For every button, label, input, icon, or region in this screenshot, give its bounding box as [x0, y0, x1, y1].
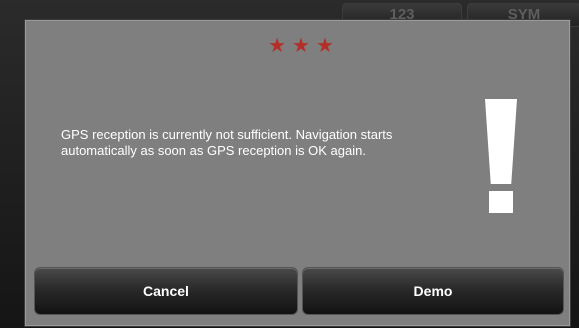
- exclamation-icon: [481, 99, 521, 216]
- cancel-button-label: Cancel: [143, 283, 189, 299]
- star-icon: ★: [292, 35, 310, 57]
- gps-warning-dialog: ★ ★ ★ GPS reception is currently not suf…: [25, 20, 570, 326]
- dialog-message: GPS reception is currently not sufficien…: [61, 127, 393, 158]
- star-icon: ★: [268, 35, 287, 57]
- rating-stars: ★ ★ ★: [266, 35, 336, 57]
- demo-button[interactable]: Demo: [302, 267, 564, 315]
- star-icon: ★: [315, 35, 334, 57]
- demo-button-label: Demo: [413, 283, 453, 299]
- cancel-button[interactable]: Cancel: [34, 267, 298, 315]
